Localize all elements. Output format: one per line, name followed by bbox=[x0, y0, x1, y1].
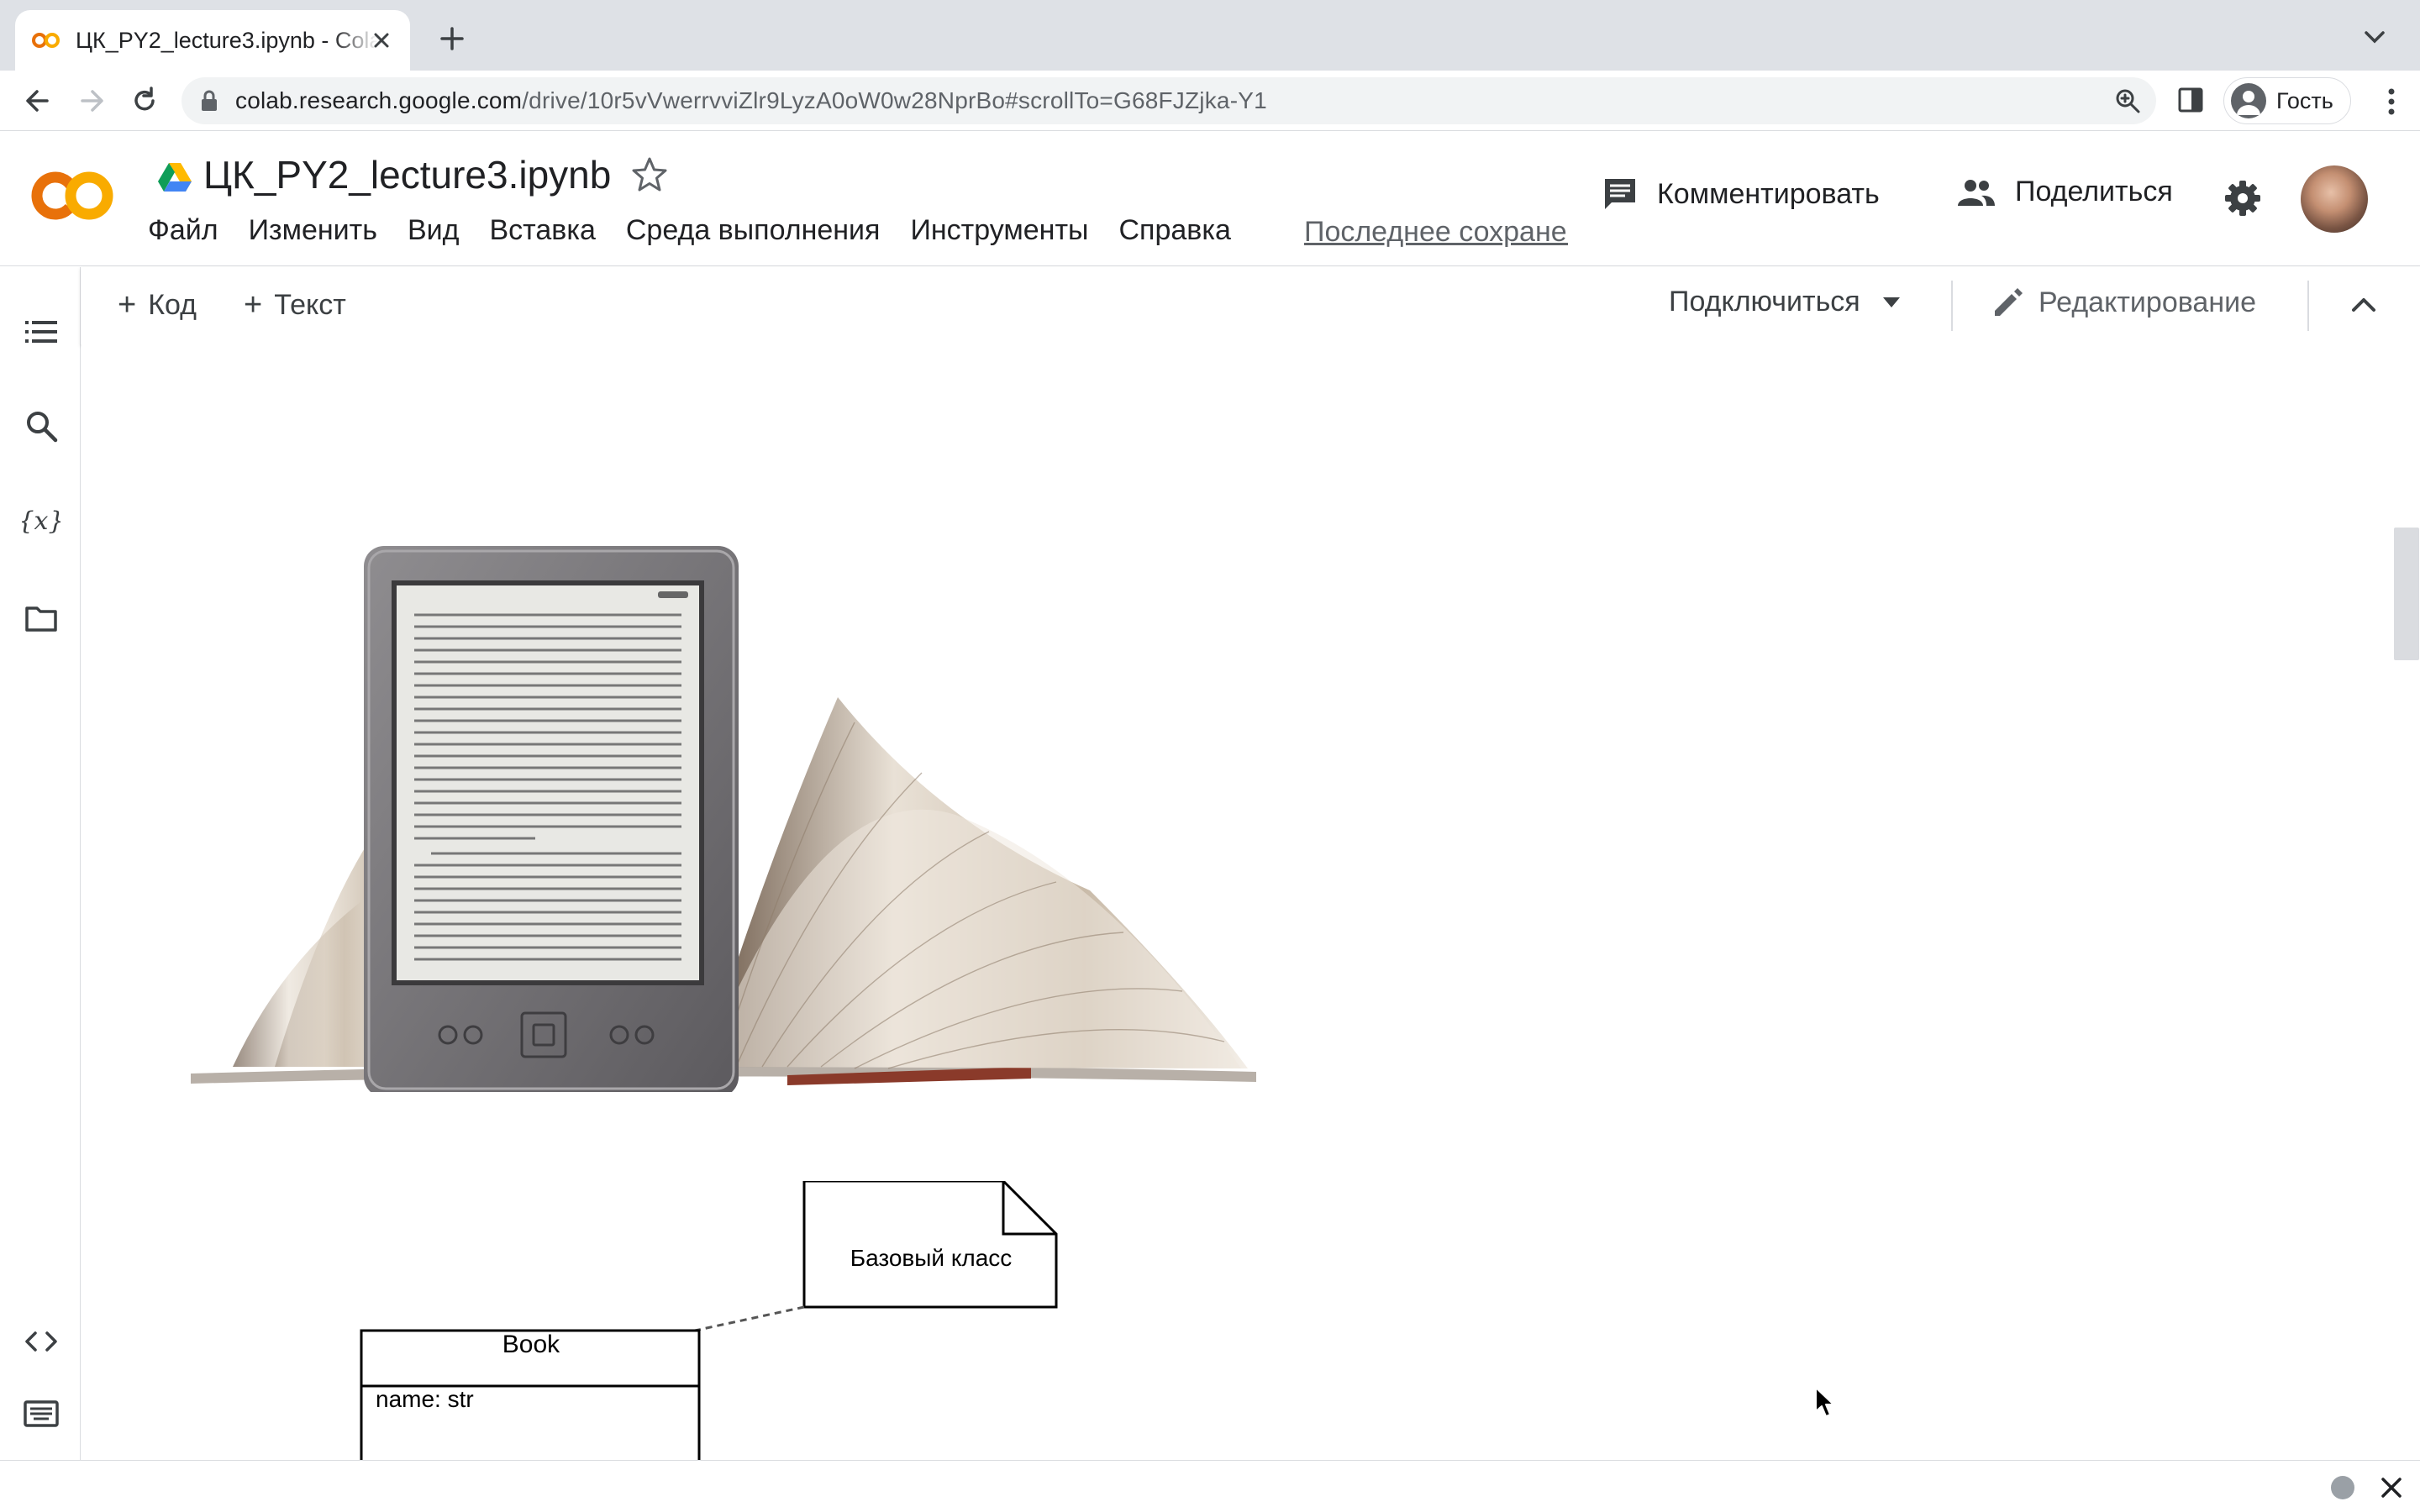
chevron-up-icon[interactable] bbox=[2349, 292, 2378, 316]
scrollbar-thumb[interactable] bbox=[2394, 528, 2419, 660]
uml-class-name: Book bbox=[502, 1331, 560, 1358]
toolbar-divider bbox=[2307, 281, 2309, 331]
browser-menu-icon[interactable] bbox=[2386, 87, 2396, 116]
tab-title: ЦК_PY2_lecture3.ipynb - Colab bbox=[76, 27, 378, 53]
plus-icon: + bbox=[118, 287, 137, 323]
uml-note-label: Базовый класс bbox=[850, 1245, 1013, 1271]
browser-toolbar: colab.research.google.com/drive/10r5vVwe… bbox=[0, 71, 2420, 131]
gear-icon[interactable] bbox=[2223, 179, 2262, 218]
notebook-title[interactable]: ЦК_PY2_lecture3.ipynb bbox=[203, 152, 611, 197]
ereader-and-book-image bbox=[191, 546, 1256, 1092]
menu-edit[interactable]: Изменить bbox=[249, 214, 377, 247]
lock-icon[interactable] bbox=[200, 90, 218, 112]
add-code-label: Код bbox=[148, 289, 197, 321]
edit-mode-button[interactable]: Редактирование bbox=[1991, 286, 2256, 319]
google-drive-icon[interactable] bbox=[158, 161, 192, 192]
connect-label: Подключиться bbox=[1669, 286, 1860, 318]
comment-button[interactable]: Комментировать bbox=[1602, 176, 1880, 213]
colab-menubar: Файл Изменить Вид Вставка Среда выполнен… bbox=[148, 214, 1261, 247]
caret-down-icon[interactable] bbox=[1882, 297, 1901, 308]
star-icon[interactable] bbox=[630, 155, 669, 194]
profile-button[interactable]: Гость bbox=[2223, 77, 2351, 124]
toolbar-divider bbox=[1951, 281, 1953, 331]
notebook-toolbar: + Код + Текст Подключиться Редактировани… bbox=[81, 267, 2420, 344]
add-text-label: Текст bbox=[274, 289, 346, 321]
menu-file[interactable]: Файл bbox=[148, 214, 218, 247]
add-text-button[interactable]: + Текст bbox=[244, 287, 346, 323]
zoom-icon[interactable] bbox=[2114, 87, 2141, 114]
side-panel-icon[interactable] bbox=[2176, 86, 2205, 114]
browser-tab-active[interactable]: ЦК_PY2_lecture3.ipynb - Colab bbox=[15, 10, 410, 71]
comment-label: Комментировать bbox=[1657, 177, 1880, 210]
profile-label: Гость bbox=[2276, 87, 2333, 113]
uml-class-diagram bbox=[360, 1181, 1058, 1460]
plus-icon: + bbox=[244, 287, 263, 323]
close-icon[interactable] bbox=[2380, 1476, 2403, 1499]
table-of-contents-icon[interactable] bbox=[24, 314, 59, 349]
menu-view[interactable]: Вид bbox=[408, 214, 460, 247]
search-icon[interactable] bbox=[24, 408, 59, 444]
status-bar bbox=[0, 1460, 2420, 1512]
add-code-button[interactable]: + Код bbox=[118, 287, 197, 323]
menu-tools[interactable]: Инструменты bbox=[910, 214, 1088, 247]
content-scrollbar[interactable] bbox=[2392, 344, 2420, 1460]
address-bar[interactable]: colab.research.google.com/drive/10r5vVwe… bbox=[182, 77, 2156, 124]
tab-close-icon[interactable] bbox=[370, 29, 393, 52]
mouse-cursor-icon bbox=[1815, 1387, 1834, 1417]
comment-icon bbox=[1605, 179, 1635, 209]
menu-help[interactable]: Справка bbox=[1118, 214, 1230, 247]
folder-icon[interactable] bbox=[24, 601, 59, 637]
share-label: Поделиться bbox=[2015, 176, 2173, 207]
back-arrow-icon[interactable] bbox=[22, 86, 52, 116]
reload-icon[interactable] bbox=[129, 86, 160, 116]
last-saved-link[interactable]: Последнее сохранение bbox=[1304, 216, 1568, 249]
svg-text:{x}: {x} bbox=[22, 507, 60, 536]
menu-insert[interactable]: Вставка bbox=[489, 214, 595, 247]
code-snippets-icon[interactable] bbox=[24, 1324, 59, 1359]
colab-favicon-icon bbox=[32, 33, 60, 48]
browser-tabstrip: ЦК_PY2_lecture3.ipynb - Colab bbox=[0, 0, 2420, 71]
runtime-status-dot[interactable] bbox=[2331, 1476, 2354, 1499]
menu-runtime[interactable]: Среда выполнения bbox=[626, 214, 881, 247]
edit-mode-label: Редактирование bbox=[2039, 286, 2257, 318]
forward-arrow-icon[interactable] bbox=[77, 86, 108, 116]
notebook-content[interactable]: Базовый класс Book name: str bbox=[82, 344, 2392, 1460]
colab-logo-icon[interactable] bbox=[29, 169, 116, 223]
uml-class-attribute: name: str bbox=[376, 1386, 474, 1412]
guest-avatar-icon bbox=[2231, 83, 2266, 118]
colab-header: ЦК_PY2_lecture3.ipynb Файл Изменить Вид … bbox=[0, 132, 2420, 266]
share-button[interactable]: Поделиться bbox=[1956, 176, 2173, 208]
variables-icon[interactable]: {x} bbox=[22, 504, 60, 539]
command-palette-icon[interactable] bbox=[24, 1396, 59, 1431]
people-icon bbox=[1958, 179, 1995, 206]
tab-search-chevron-icon[interactable] bbox=[2363, 29, 2386, 45]
user-avatar[interactable] bbox=[2301, 165, 2368, 233]
pencil-icon bbox=[1995, 288, 2023, 316]
url-text: colab.research.google.com/drive/10r5vVwe… bbox=[235, 87, 1267, 113]
new-tab-icon[interactable] bbox=[437, 24, 467, 54]
connect-button[interactable]: Подключиться bbox=[1669, 286, 1901, 318]
left-sidebar: {x} bbox=[0, 267, 81, 1460]
